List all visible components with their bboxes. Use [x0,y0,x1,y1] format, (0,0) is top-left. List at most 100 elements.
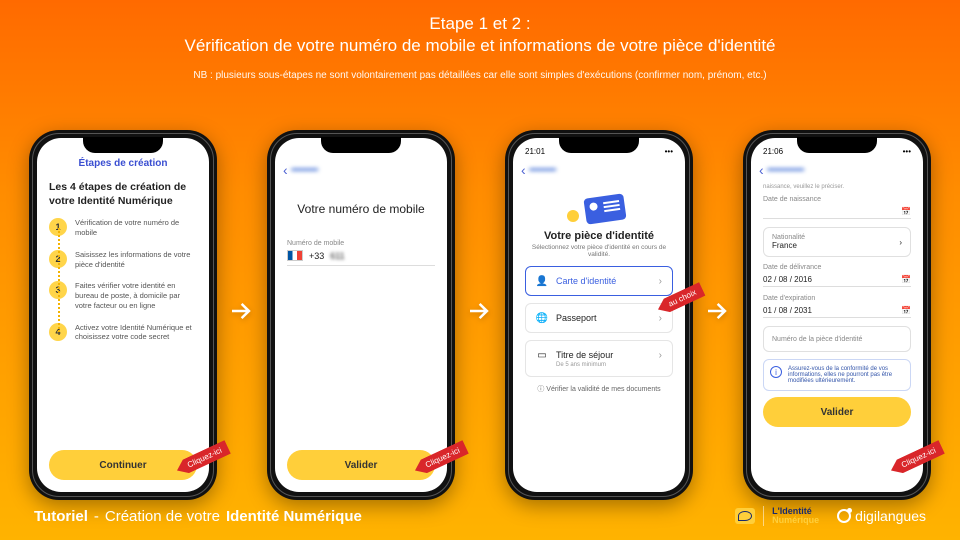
footer-right: L'Identité Numérique digilangues [735,506,926,526]
phone-notch [321,137,401,153]
calendar-icon: 📅 [901,275,911,284]
mobile-input[interactable]: +33 611 [287,250,435,266]
arrow-right-icon [465,296,495,335]
phones-row: Étapes de création Les 4 étapes de créat… [0,130,960,500]
phone-notch [83,137,163,153]
person-icon: 👤 [536,275,548,287]
phone3-subheading: Sélectionnez votre pièce d'identité en c… [525,244,673,258]
back-icon[interactable]: ‹ [521,162,526,178]
field-label: Date d'expiration [763,295,911,302]
footer-bold: Identité Numérique [226,508,362,525]
chevron-right-icon: › [899,238,902,247]
field-label: Numéro de la pièce d'identité [772,336,862,343]
nav-bar: ‹ ━━━━━ [275,158,447,182]
separator [763,506,764,526]
field-value: France [772,241,805,250]
field-value: 01 / 08 / 2031 [763,306,812,315]
step-number-icon: 1 [49,218,67,236]
digilangues-text: digilangues [855,508,926,524]
country-code: +33 [309,251,324,261]
phone3-screen: 21:01••• ‹ ━━━━━ Votre pièce d'identité … [513,138,685,492]
step-text: Vérification de votre numéro de mobile [75,218,197,238]
calendar-icon: 📅 [901,306,911,315]
slide-footer: Tutoriel - Création de votre Identité Nu… [0,506,960,526]
step-item: 4 Activez votre Identité Numérique et cho… [49,323,197,343]
step-text: Saisissez les informations de votre pièc… [75,250,197,270]
step-item: 1 Vérification de votre numéro de mobile [49,218,197,238]
card-icon: ▭ [536,349,548,361]
option-passport[interactable]: 🌐 Passeport › [525,303,673,333]
option-label: Passeport [556,313,597,323]
slide-title-line1: Etape 1 et 2 : [40,14,920,34]
phone-number-value: 611 [330,251,344,261]
expiry-date-field[interactable]: Date d'expiration 01 / 08 / 2031 📅 [763,295,911,318]
field-label: Date de naissance [763,196,911,203]
phone1-steps: 1Vérification de votre numéro de mobile … [49,218,197,342]
step-text: Activez votre Identité Numérique et choi… [75,323,197,343]
phone4-screen: 21:06••• ‹ ━━━━━━━ naissance, veuillez l… [751,138,923,492]
info-text: Assurez-vous de la conformité de vos inf… [788,366,904,384]
option-cni[interactable]: 👤 Carte d'identité › [525,266,673,296]
blurred-text: ━━━━━ [292,165,317,176]
option-sejour[interactable]: ▭ Titre de séjour › De 5 ans minimum [525,340,673,377]
footer-tutoriel: Tutoriel [34,508,88,525]
phone2-heading: Votre numéro de mobile [287,202,435,216]
delivery-date-field[interactable]: Date de délivrance 02 / 08 / 2016 📅 [763,264,911,287]
validate-button[interactable]: Valider [287,450,435,480]
phone-notch [559,137,639,153]
identite-numerique-logo: L'Identité Numérique [772,507,819,525]
footer-left: Tutoriel - Création de votre Identité Nu… [34,508,362,525]
nav-bar: ‹ ━━━━━ [513,158,685,182]
chevron-right-icon: › [659,276,662,287]
chevron-right-icon: › [659,313,662,324]
step-number-icon: 3 [49,281,67,299]
blurred-text: ━━━━━ [530,165,555,176]
step-number-icon: 2 [49,250,67,268]
verify-docs-link[interactable]: ⓘ Vérifier la validité de mes documents [525,384,673,394]
dob-field[interactable]: Date de naissance 📅 [763,196,911,219]
slide-title-line2: Vérification de votre numéro de mobile e… [40,36,920,56]
digilangues-icon [837,509,851,523]
doc-number-field[interactable]: Numéro de la pièce d'identité [763,326,911,352]
mobile-field-label: Numéro de mobile [287,240,435,247]
option-sublabel: De 5 ans minimum [556,362,606,368]
flag-fr-icon [287,250,303,261]
laposte-logo-icon [735,508,755,524]
option-label: Carte d'identité [556,276,616,286]
slide-header: Etape 1 et 2 : Vérification de votre num… [0,0,960,81]
phone1-nav-title: Étapes de création [37,158,209,169]
back-icon[interactable]: ‹ [283,162,288,178]
info-icon: i [770,366,782,378]
field-label: Nationalité [772,234,805,241]
arrow-right-icon [703,296,733,335]
validate-button[interactable]: Valider [763,397,911,427]
phone-mockup-1: Étapes de création Les 4 étapes de créat… [29,130,217,500]
id-card-icon [525,196,673,222]
step-item: 3 Faites vérifier votre identité en burea… [49,281,197,310]
step-number-icon: 4 [49,323,67,341]
phone-mockup-2: ‹ ━━━━━ Votre numéro de mobile Numéro de… [267,130,455,500]
blurred-text: ━━━━━━━ [768,165,803,176]
phone-mockup-4: 21:06••• ‹ ━━━━━━━ naissance, veuillez l… [743,130,931,500]
option-label: Titre de séjour [556,350,613,360]
footer-dash: - [94,508,99,525]
field-value: 02 / 08 / 2016 [763,275,812,284]
phone2-screen: ‹ ━━━━━ Votre numéro de mobile Numéro de… [275,138,447,492]
arrow-right-icon [227,296,257,335]
status-time: 21:01 [525,147,545,156]
top-hint: naissance, veuillez le préciser. [763,184,911,190]
chevron-right-icon: › [659,350,662,361]
back-icon[interactable]: ‹ [759,162,764,178]
step-text: Faites vérifier votre identité en bureau… [75,281,197,310]
globe-icon: 🌐 [536,312,548,324]
nationality-select[interactable]: Nationalité France › [763,227,911,257]
phone1-screen: Étapes de création Les 4 étapes de créat… [37,138,209,492]
status-time: 21:06 [763,147,783,156]
phone1-heading: Les 4 étapes de création de votre Identi… [49,181,197,208]
calendar-icon: 📅 [901,207,911,216]
continue-button[interactable]: Continuer [49,450,197,480]
info-banner: i Assurez-vous de la conformité de vos i… [763,359,911,391]
phone-notch [797,137,877,153]
field-label: Date de délivrance [763,264,911,271]
nav-bar: ‹ ━━━━━━━ [751,158,923,182]
